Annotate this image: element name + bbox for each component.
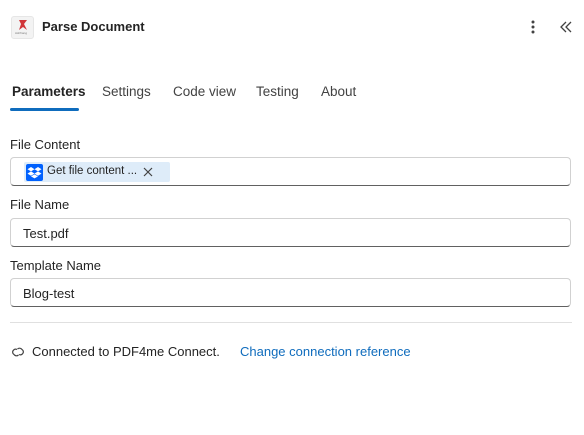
file-name-label: File Name [10, 197, 70, 212]
tab-code-view[interactable]: Code view [173, 84, 236, 99]
panel-header: Ashfrang Parse Document [0, 0, 584, 56]
token-label: Get file content ... [47, 165, 138, 177]
close-icon [143, 167, 153, 177]
file-name-value: Test.pdf [23, 226, 69, 241]
section-divider [10, 322, 572, 323]
active-tab-indicator [10, 108, 79, 111]
dropbox-icon [26, 164, 43, 181]
double-chevron-left-icon [560, 21, 572, 33]
template-name-input[interactable]: Blog-test [10, 278, 571, 307]
tab-about[interactable]: About [321, 84, 356, 99]
file-content-label: File Content [10, 137, 81, 152]
more-options-button[interactable] [523, 16, 543, 38]
file-name-input[interactable]: Test.pdf [10, 218, 571, 247]
template-name-label: Template Name [10, 258, 102, 273]
tab-settings[interactable]: Settings [102, 84, 151, 99]
tab-parameters[interactable]: Parameters [12, 84, 86, 99]
page-title: Parse Document [42, 19, 145, 34]
tab-list: Parameters Settings Code view Testing Ab… [0, 80, 584, 114]
connection-status: Connected to PDF4me Connect. [32, 344, 220, 359]
collapse-panel-button[interactable] [556, 16, 576, 38]
template-name-value: Blog-test [23, 286, 75, 301]
tab-testing[interactable]: Testing [256, 84, 299, 99]
more-vertical-icon [531, 20, 535, 34]
remove-token-button[interactable] [141, 164, 155, 179]
pdf4me-logo: Ashfrang [11, 16, 34, 39]
link-icon [12, 347, 24, 357]
connector-logo-mark [19, 20, 27, 30]
file-content-input[interactable]: Get file content ... [10, 157, 571, 186]
dynamic-content-token[interactable]: Get file content ... [24, 162, 170, 182]
app-logo-text: Ashfrang [15, 31, 28, 35]
change-connection-link[interactable]: Change connection reference [240, 344, 411, 359]
